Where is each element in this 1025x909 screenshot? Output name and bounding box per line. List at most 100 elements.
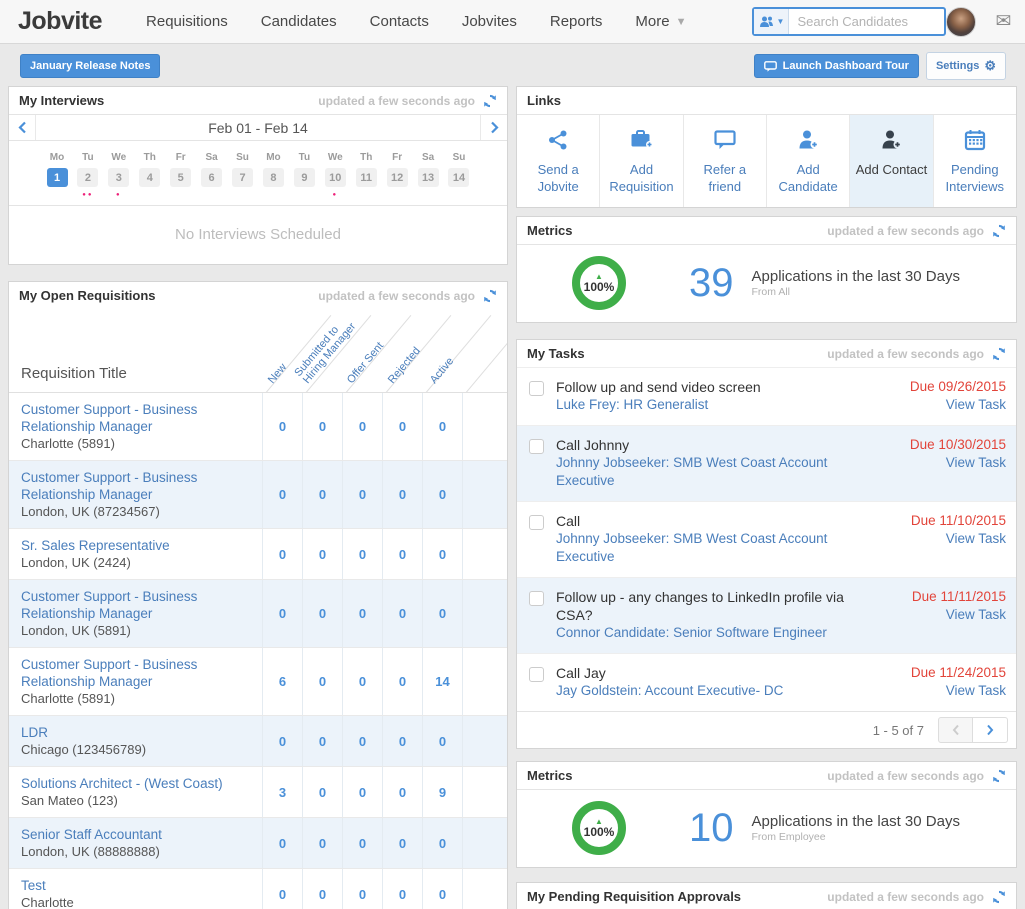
count-offer-sent[interactable]: 0	[342, 648, 382, 715]
count-submitted[interactable]: 0	[302, 869, 342, 909]
count-submitted[interactable]: 0	[302, 393, 342, 460]
task-candidate-link[interactable]: Johnny Jobseeker: SMB West Coast Account…	[556, 530, 876, 566]
day-number[interactable]: 9	[294, 168, 315, 187]
day-number[interactable]: 10	[325, 168, 346, 187]
day-number[interactable]: 8	[263, 168, 284, 187]
next-page-button[interactable]	[973, 717, 1008, 743]
task-candidate-link[interactable]: Luke Frey: HR Generalist	[556, 396, 876, 414]
count-rejected[interactable]: 0	[382, 767, 422, 817]
count-submitted[interactable]: 0	[302, 529, 342, 579]
refresh-icon[interactable]	[483, 289, 497, 303]
task-checkbox[interactable]	[529, 591, 544, 606]
view-task-link[interactable]: View Task	[886, 606, 1006, 624]
day-number[interactable]: 3	[108, 168, 129, 187]
count-offer-sent[interactable]: 0	[342, 818, 382, 868]
nav-item-requisitions[interactable]: Requisitions	[146, 13, 228, 30]
requisition-link[interactable]: Customer Support - Business Relationship…	[21, 469, 250, 503]
count-rejected[interactable]: 0	[382, 580, 422, 647]
count-submitted[interactable]: 0	[302, 767, 342, 817]
day-number[interactable]: 5	[170, 168, 191, 187]
search-scope-dropdown[interactable]: ▼	[754, 9, 789, 34]
count-rejected[interactable]: 0	[382, 529, 422, 579]
count-offer-sent[interactable]: 0	[342, 767, 382, 817]
count-new[interactable]: 0	[262, 461, 302, 528]
requisition-link[interactable]: LDR	[21, 724, 250, 741]
count-active[interactable]: 0	[422, 529, 462, 579]
count-rejected[interactable]: 0	[382, 818, 422, 868]
count-submitted[interactable]: 0	[302, 818, 342, 868]
day-number[interactable]: 4	[139, 168, 160, 187]
count-active[interactable]: 9	[422, 767, 462, 817]
view-task-link[interactable]: View Task	[886, 682, 1006, 700]
prev-week-button[interactable]	[9, 115, 36, 140]
requisition-link[interactable]: Customer Support - Business Relationship…	[21, 656, 250, 690]
requisition-link[interactable]: Sr. Sales Representative	[21, 537, 250, 554]
count-rejected[interactable]: 0	[382, 716, 422, 766]
count-offer-sent[interactable]: 0	[342, 461, 382, 528]
nav-item-reports[interactable]: Reports	[550, 13, 603, 30]
nav-item-more[interactable]: More ▼	[635, 13, 686, 30]
jobvite-logo[interactable]: Jobvite	[18, 7, 102, 36]
count-offer-sent[interactable]: 0	[342, 393, 382, 460]
count-active[interactable]: 0	[422, 818, 462, 868]
task-checkbox[interactable]	[529, 381, 544, 396]
task-checkbox[interactable]	[529, 439, 544, 454]
search-input[interactable]	[789, 14, 944, 29]
refresh-icon[interactable]	[483, 94, 497, 108]
count-offer-sent[interactable]: 0	[342, 716, 382, 766]
count-new[interactable]: 0	[262, 529, 302, 579]
requisition-link[interactable]: Solutions Architect - (West Coast)	[21, 775, 250, 792]
day-number[interactable]: 13	[418, 168, 439, 187]
refresh-icon[interactable]	[992, 347, 1006, 361]
nav-item-contacts[interactable]: Contacts	[370, 13, 429, 30]
user-avatar[interactable]	[946, 7, 976, 37]
link-pending-interviews[interactable]: Pending Interviews	[934, 115, 1016, 207]
link-send-jobvite[interactable]: Send a Jobvite	[517, 115, 600, 207]
count-rejected[interactable]: 0	[382, 461, 422, 528]
day-number[interactable]: 14	[448, 168, 469, 187]
nav-item-jobvites[interactable]: Jobvites	[462, 13, 517, 30]
count-new[interactable]: 6	[262, 648, 302, 715]
settings-button[interactable]: Settings ⚙	[926, 52, 1006, 80]
count-new[interactable]: 0	[262, 580, 302, 647]
link-add-contact[interactable]: Add Contact	[850, 115, 933, 207]
view-task-link[interactable]: View Task	[886, 530, 1006, 548]
count-new[interactable]: 0	[262, 818, 302, 868]
day-number[interactable]: 7	[232, 168, 253, 187]
count-submitted[interactable]: 0	[302, 648, 342, 715]
count-active[interactable]: 0	[422, 869, 462, 909]
day-number[interactable]: 11	[356, 168, 377, 187]
count-offer-sent[interactable]: 0	[342, 580, 382, 647]
requisition-link[interactable]: Senior Staff Accountant	[21, 826, 250, 843]
count-rejected[interactable]: 0	[382, 393, 422, 460]
refresh-icon[interactable]	[992, 890, 1006, 904]
count-active[interactable]: 0	[422, 461, 462, 528]
task-checkbox[interactable]	[529, 667, 544, 682]
count-new[interactable]: 0	[262, 869, 302, 909]
release-notes-button[interactable]: January Release Notes	[20, 54, 160, 78]
count-active[interactable]: 0	[422, 716, 462, 766]
count-new[interactable]: 0	[262, 393, 302, 460]
count-submitted[interactable]: 0	[302, 580, 342, 647]
count-new[interactable]: 0	[262, 716, 302, 766]
task-candidate-link[interactable]: Jay Goldstein: Account Executive- DC	[556, 682, 876, 700]
view-task-link[interactable]: View Task	[886, 454, 1006, 472]
requisition-link[interactable]: Customer Support - Business Relationship…	[21, 588, 250, 622]
task-candidate-link[interactable]: Connor Candidate: Senior Software Engine…	[556, 624, 876, 642]
day-number[interactable]: 2	[77, 168, 98, 187]
count-active[interactable]: 0	[422, 393, 462, 460]
mail-icon[interactable]: ✉	[995, 10, 1011, 33]
day-number[interactable]: 1	[47, 168, 68, 187]
requisition-link[interactable]: Test	[21, 877, 250, 894]
view-task-link[interactable]: View Task	[886, 396, 1006, 414]
refresh-icon[interactable]	[992, 769, 1006, 783]
count-offer-sent[interactable]: 0	[342, 869, 382, 909]
count-submitted[interactable]: 0	[302, 716, 342, 766]
nav-item-candidates[interactable]: Candidates	[261, 13, 337, 30]
launch-tour-button[interactable]: Launch Dashboard Tour	[754, 54, 919, 78]
task-candidate-link[interactable]: Johnny Jobseeker: SMB West Coast Account…	[556, 454, 876, 490]
next-week-button[interactable]	[480, 115, 507, 140]
count-active[interactable]: 0	[422, 580, 462, 647]
refresh-icon[interactable]	[992, 224, 1006, 238]
count-rejected[interactable]: 0	[382, 648, 422, 715]
